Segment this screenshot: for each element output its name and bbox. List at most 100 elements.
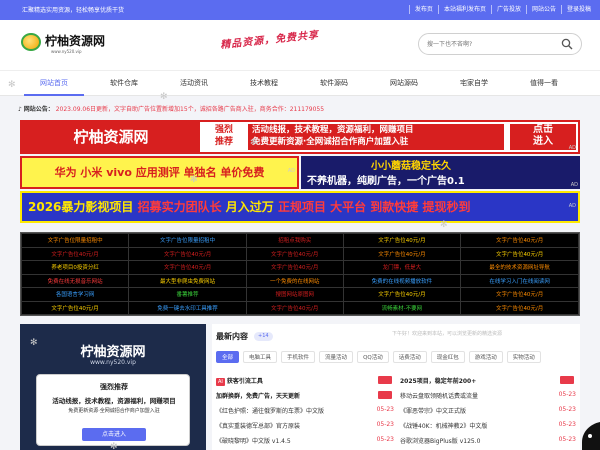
ad-tag: AD bbox=[287, 168, 295, 174]
tab-game-events[interactable]: 游戏活动 bbox=[468, 351, 503, 363]
tab-pc-tools[interactable]: 电脑工具 bbox=[243, 351, 278, 363]
list-item-link[interactable]: AI 获客引流工具 赞助 bbox=[216, 376, 396, 386]
banner-app-review[interactable]: 华为 小米 vivo 应用测评 单独名 单价免费 AD bbox=[20, 156, 299, 189]
search-icon[interactable] bbox=[561, 38, 573, 50]
text-ad-link[interactable]: 文字广告位40元/月 bbox=[128, 260, 247, 275]
text-ad-link[interactable]: 文字广告位40元/月 bbox=[342, 233, 462, 248]
sponsor-badge: 赞助 bbox=[377, 376, 392, 384]
text-ad-link[interactable]: 在线学习入门在线阅读网 bbox=[460, 273, 579, 288]
banner-mushroom-title: 小小蘑菇稳定长久 bbox=[371, 161, 451, 172]
list-item-link[interactable]: 《战锤40K：机械神教2》中文版 05-23 bbox=[400, 421, 576, 430]
latest-title: 最新内容 bbox=[216, 332, 248, 341]
topbar-link-welfare[interactable]: 本站福利发布页 bbox=[437, 5, 491, 14]
text-ad-link[interactable]: 最大型非爬虫免费网站 bbox=[128, 273, 247, 288]
banner-enter-button[interactable]: 点击 进入 bbox=[510, 124, 576, 150]
nav-home[interactable]: 网站首页 bbox=[24, 71, 84, 96]
list-date: 05-23 bbox=[558, 406, 576, 413]
notice-icon: ♪ bbox=[18, 106, 22, 113]
text-ad-link[interactable]: 文字广告位40元/月 bbox=[460, 287, 579, 302]
text-ad-link[interactable]: 文字广告位40元/月 bbox=[245, 246, 344, 261]
text-ad-link[interactable]: 文字广告位40元/月 bbox=[20, 300, 130, 315]
text-ad-link[interactable]: 文字广告位40元/月 bbox=[20, 246, 130, 261]
text-ad-link[interactable]: 一个免费的在线网站 bbox=[245, 273, 344, 288]
list-item-link[interactable]: 《红色护照：通往俄罗斯的车票》中文版 05-23 bbox=[216, 406, 396, 415]
notice-text[interactable]: 2023.09.06日更新，文字自助广告位置新增加15个，诚招各路广告商入驻，商… bbox=[56, 106, 324, 113]
ad-grid-row: 文字广告位40元/月 文字广告位40元/月 文字广告位40元/月 文字广告位40元/月… bbox=[20, 246, 579, 261]
list-item-link[interactable]: 2025项目，稳定年前200+ 赞助 bbox=[400, 376, 576, 385]
ad-grid-row: 免费在线无损音乐网站 最大型非爬虫免费网站 一个免费的在线网站 免费的在线视频播放软件… bbox=[20, 273, 579, 288]
list-item: AI 获客引流工具 赞助 2025项目，稳定年前200+ 赞助 bbox=[216, 376, 576, 391]
promo-card-title: 强烈推荐 bbox=[100, 383, 128, 391]
nav-activities[interactable]: 活动资讯 bbox=[164, 71, 224, 96]
lemon-logo-icon bbox=[21, 33, 41, 51]
nav-site-source[interactable]: 网站源码 bbox=[374, 71, 434, 96]
text-ad-link[interactable]: 免费的在线视频播放软件 bbox=[342, 273, 462, 288]
list-item: 《红色护照：通往俄罗斯的车票》中文版 05-23 《罪恶带宗》中文正式版 05-23 bbox=[216, 406, 576, 421]
topbar-links: 发布页 本站福利发布页 广告投放 网站公告 登录投稿 bbox=[408, 5, 596, 14]
nav-software[interactable]: 软件仓库 bbox=[94, 71, 154, 96]
list-item-link[interactable]: 《真实重装德军总部》官方原装 05-23 bbox=[216, 421, 396, 430]
promo-enter-button[interactable]: 点击进入 bbox=[82, 428, 146, 441]
banner-mushroom[interactable]: 小小蘑菇稳定长久 不养机器，纯刷广告，一个广告0.1 AD bbox=[301, 156, 580, 189]
text-ad-link[interactable]: 文字广告位限量招租中 bbox=[128, 233, 247, 248]
banner-site-name: 柠柚资源网 bbox=[22, 122, 200, 152]
list-item-link[interactable]: 谷歌浏览器BigPlus版 v125.0 05-23 bbox=[400, 436, 576, 445]
banner-site-promo[interactable]: 柠柚资源网 强烈 推荐 活动线报，技术教程，资源福利，网赚项目 免费更新资源·全网诚… bbox=[20, 120, 580, 154]
text-ad-link[interactable]: 番薯推荐 bbox=[128, 287, 247, 302]
tab-cash-redpacket[interactable]: 现金红包 bbox=[430, 351, 465, 363]
logo-title: 柠柚资源网 bbox=[45, 34, 106, 48]
nav-self-study[interactable]: 宅家自学 bbox=[444, 71, 504, 96]
nav-software-source[interactable]: 软件源码 bbox=[304, 71, 364, 96]
banner-app-review-text: 华为 小米 vivo 应用测评 单独名 单价免费 bbox=[54, 166, 265, 179]
list-date: 05-23 bbox=[376, 406, 394, 413]
list-item-link[interactable]: 《罪恶带宗》中文正式版 05-23 bbox=[400, 406, 576, 415]
text-ad-link[interactable]: 文字广告位40元/月 bbox=[460, 233, 579, 248]
site-notice: ♪ 网站公告： 2023.09.06日更新，文字自助广告位置新增加15个，诚招各… bbox=[18, 104, 582, 118]
text-ad-link[interactable]: 文字广告位40元/月 bbox=[460, 246, 579, 261]
tab-mobile-apps[interactable]: 手机软件 bbox=[281, 351, 316, 363]
nav-tutorials[interactable]: 技术教程 bbox=[234, 71, 294, 96]
text-ad-link[interactable]: 文字广告位40元/月 bbox=[245, 260, 344, 275]
text-ad-link[interactable]: 龙门镖，低是大 bbox=[342, 260, 462, 275]
list-item-link[interactable]: 《破晓黎明》中文版 v1.4.5 05-23 bbox=[216, 436, 396, 445]
text-ad-link[interactable]: 文字广告位40元/月 bbox=[128, 246, 247, 261]
text-ad-link[interactable]: 招租点我购买 bbox=[245, 233, 344, 248]
topbar-link-login[interactable]: 登录投稿 bbox=[560, 5, 596, 14]
site-logo[interactable]: 柠柚资源网 www.ny520.vip bbox=[21, 30, 116, 60]
text-ad-link[interactable]: 最全的技术资源网址导航 bbox=[460, 260, 579, 275]
text-ad-link[interactable]: 文字广告位40元/月 bbox=[342, 287, 462, 302]
ad-grid-row: 养老项目0投资分红 文字广告位40元/月 文字广告位40元/月 龙门镖，低是大 最全的技… bbox=[20, 260, 579, 275]
text-ad-link[interactable]: 文字广告位40元/月 bbox=[245, 300, 344, 315]
text-ad-link[interactable]: 文字广告位40元/月 bbox=[342, 246, 462, 261]
banner-video-project[interactable]: 2026暴力影视项目 招募实力团队长 月入过万 正规项目 大平台 到款快捷 提现… bbox=[20, 191, 580, 223]
topbar-link-release[interactable]: 发布页 bbox=[408, 5, 438, 14]
snowflake-icon: ✻ bbox=[160, 92, 168, 102]
text-ad-link[interactable]: 文字广告位限量招租中 bbox=[20, 233, 130, 248]
topbar-link-ads[interactable]: 广告投放 bbox=[490, 5, 526, 14]
text-ad-link[interactable]: 搜图网站原图网 bbox=[245, 287, 344, 302]
promo-title: 柠柚资源网 bbox=[80, 345, 146, 360]
promo-url: www.ny520.vip bbox=[90, 359, 136, 366]
list-item-link[interactable]: 移动云盘取领随机话费或流量 05-23 bbox=[400, 391, 576, 400]
banner-video-c: 月入过万 bbox=[225, 200, 278, 214]
nav-worth-seeing[interactable]: 值得一看 bbox=[514, 71, 574, 96]
latest-content: 最新内容 +14 下午好！欢迎来到本站，可以浏览更新的精选资源 全部 电脑工具 … bbox=[212, 324, 580, 450]
list-item-link[interactable]: 加群换群，免费广告，天天更新 赞助 bbox=[216, 391, 396, 400]
tab-qq-events[interactable]: QQ活动 bbox=[357, 351, 389, 363]
tab-all[interactable]: 全部 bbox=[216, 351, 240, 363]
mascot-icon[interactable] bbox=[566, 416, 600, 450]
text-ad-link[interactable]: 养老项目0投资分红 bbox=[20, 260, 130, 275]
text-ad-link[interactable]: 免费在线无损音乐网站 bbox=[20, 273, 130, 288]
text-ad-link[interactable]: 文字广告位40元/月 bbox=[460, 300, 579, 315]
tab-physical-events[interactable]: 实物活动 bbox=[506, 351, 541, 363]
text-ad-link[interactable]: 流畅素材-不要网 bbox=[342, 300, 462, 315]
promo-card-line1: 活动线报，技术教程，资源福利，网赚项目 bbox=[52, 397, 176, 405]
topbar-link-announce[interactable]: 网站公告 bbox=[525, 5, 561, 14]
banner-description: 活动线报，技术教程，资源福利，网赚项目 免费更新资源·全网诚招合作商户加盟入驻 bbox=[248, 124, 504, 150]
tab-phone-credit[interactable]: 话费活动 bbox=[392, 351, 427, 363]
search-input[interactable] bbox=[427, 37, 557, 51]
tab-data-events[interactable]: 流量活动 bbox=[319, 351, 354, 363]
banner-recommend: 强烈 推荐 bbox=[214, 125, 233, 147]
text-ad-link[interactable]: 各国语言学习网 bbox=[20, 287, 130, 302]
text-ad-link[interactable]: 免费一键去水印工具推荐 bbox=[128, 300, 247, 315]
